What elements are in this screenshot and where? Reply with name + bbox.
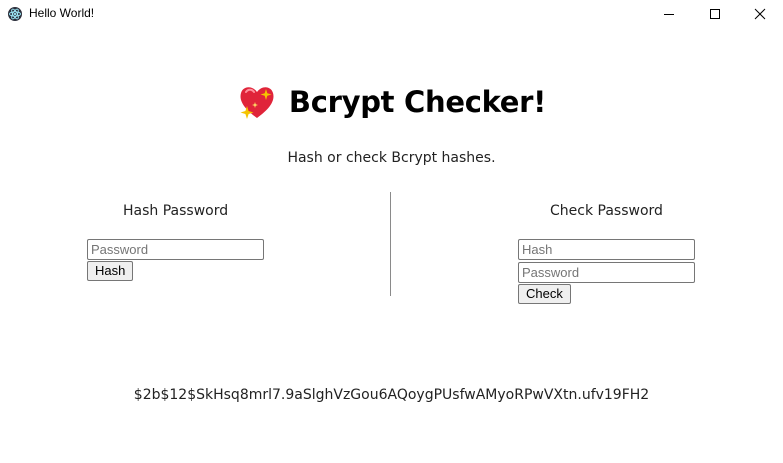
window-title: Hello World! bbox=[29, 6, 95, 20]
minimize-icon bbox=[664, 14, 674, 15]
close-icon bbox=[754, 8, 766, 20]
electron-atom-icon bbox=[7, 6, 23, 22]
maximize-icon bbox=[710, 9, 720, 19]
page-heading: Bcrypt Checker! bbox=[0, 82, 783, 122]
page-title: Bcrypt Checker! bbox=[288, 85, 547, 119]
hash-result-text: $2b$12$SkHsq8mrl7.9aSlghVzGou6AQoygPUsfw… bbox=[133, 387, 650, 403]
hash-button[interactable]: Hash bbox=[87, 261, 134, 281]
check-hash-input[interactable] bbox=[518, 239, 695, 260]
page-subtitle: Hash or check Bcrypt hashes. bbox=[287, 150, 496, 166]
check-section-title: Check Password bbox=[550, 203, 663, 219]
check-button[interactable]: Check bbox=[518, 284, 571, 304]
section-divider bbox=[390, 192, 391, 296]
hash-section-title: Hash Password bbox=[123, 203, 229, 219]
hash-password-input[interactable] bbox=[87, 239, 264, 260]
maximize-button[interactable] bbox=[692, 0, 738, 28]
check-password-input[interactable] bbox=[518, 262, 695, 283]
minimize-button[interactable] bbox=[646, 0, 692, 28]
window-titlebar: Hello World! bbox=[0, 0, 783, 28]
sparkling-heart-icon bbox=[237, 82, 277, 122]
close-button[interactable] bbox=[737, 0, 783, 28]
